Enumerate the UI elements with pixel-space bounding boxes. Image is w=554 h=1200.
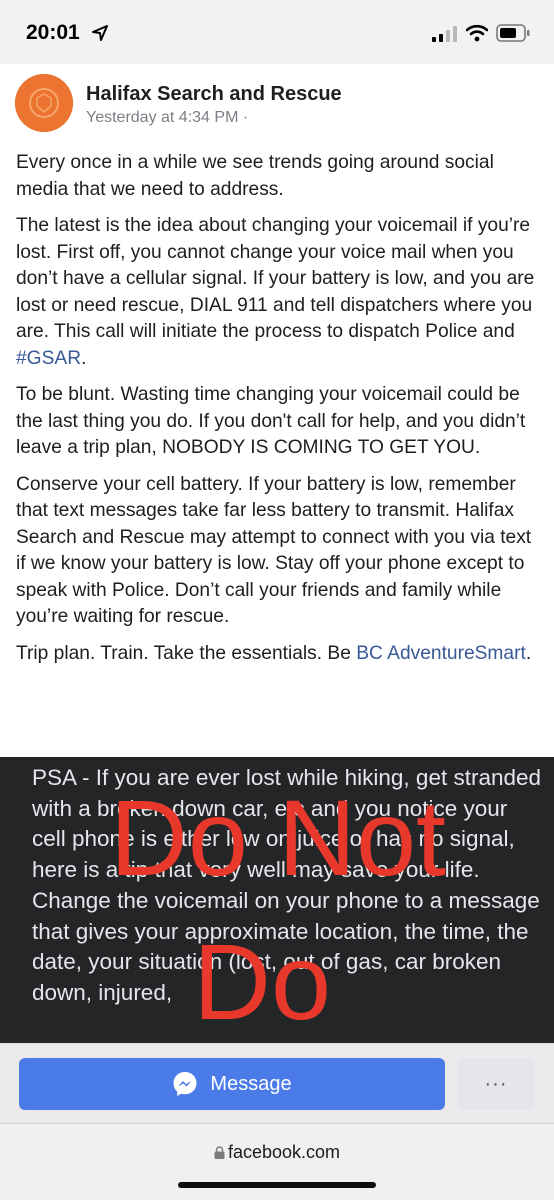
more-options-button[interactable]: ··· [457, 1058, 535, 1110]
overlay-text-do-not: Do Not [110, 777, 446, 898]
post-text: The latest is the idea about changing yo… [16, 215, 535, 342]
cellular-signal-icon [432, 26, 457, 42]
post-body: Every once in a while we see trends goin… [16, 150, 540, 677]
page-name[interactable]: Halifax Search and Rescue [86, 83, 342, 106]
url-display[interactable]: facebook.com [0, 1142, 554, 1163]
post-text: . [525, 642, 532, 664]
battery-icon [496, 24, 530, 42]
lock-icon [214, 1146, 225, 1159]
post-paragraph: The latest is the idea about changing yo… [16, 213, 540, 372]
more-options-icon: ··· [484, 1072, 508, 1095]
overlay-text-do: Do [193, 921, 331, 1042]
bottom-action-bar: Message ··· [0, 1043, 554, 1123]
halifax-sar-logo-icon [15, 74, 73, 132]
page-avatar[interactable] [15, 74, 73, 132]
post-paragraph: Conserve your cell battery. If your batt… [16, 473, 532, 628]
post-text: Trip plan. Train. Take the essentials. B… [16, 642, 357, 664]
message-button-label: Message [210, 1072, 292, 1095]
location-arrow-icon [92, 25, 108, 41]
page-mention-link[interactable]: BC AdventureSmart [356, 643, 526, 664]
messenger-icon [173, 1072, 197, 1096]
status-time: 20:01 [26, 21, 80, 44]
hashtag-link[interactable]: #GSAR [16, 348, 81, 369]
post-timestamp[interactable]: Yesterday at 4:34 PM · [86, 109, 248, 127]
post-paragraph: Every once in a while we see trends goin… [16, 152, 494, 200]
post-header: Halifax Search and Rescue Yesterday at 4… [0, 64, 554, 144]
post-paragraph: To be blunt. Wasting time changing your … [16, 384, 526, 458]
url-text: facebook.com [227, 1142, 341, 1162]
status-bar: 20:01 [0, 0, 554, 64]
post-paragraph: Trip plan. Train. Take the essentials. B… [16, 641, 540, 668]
home-indicator[interactable] [178, 1182, 376, 1188]
wifi-icon [466, 24, 488, 42]
post-text: . [81, 347, 87, 369]
browser-url-bar: facebook.com [0, 1123, 554, 1200]
message-button[interactable]: Message [19, 1058, 445, 1110]
